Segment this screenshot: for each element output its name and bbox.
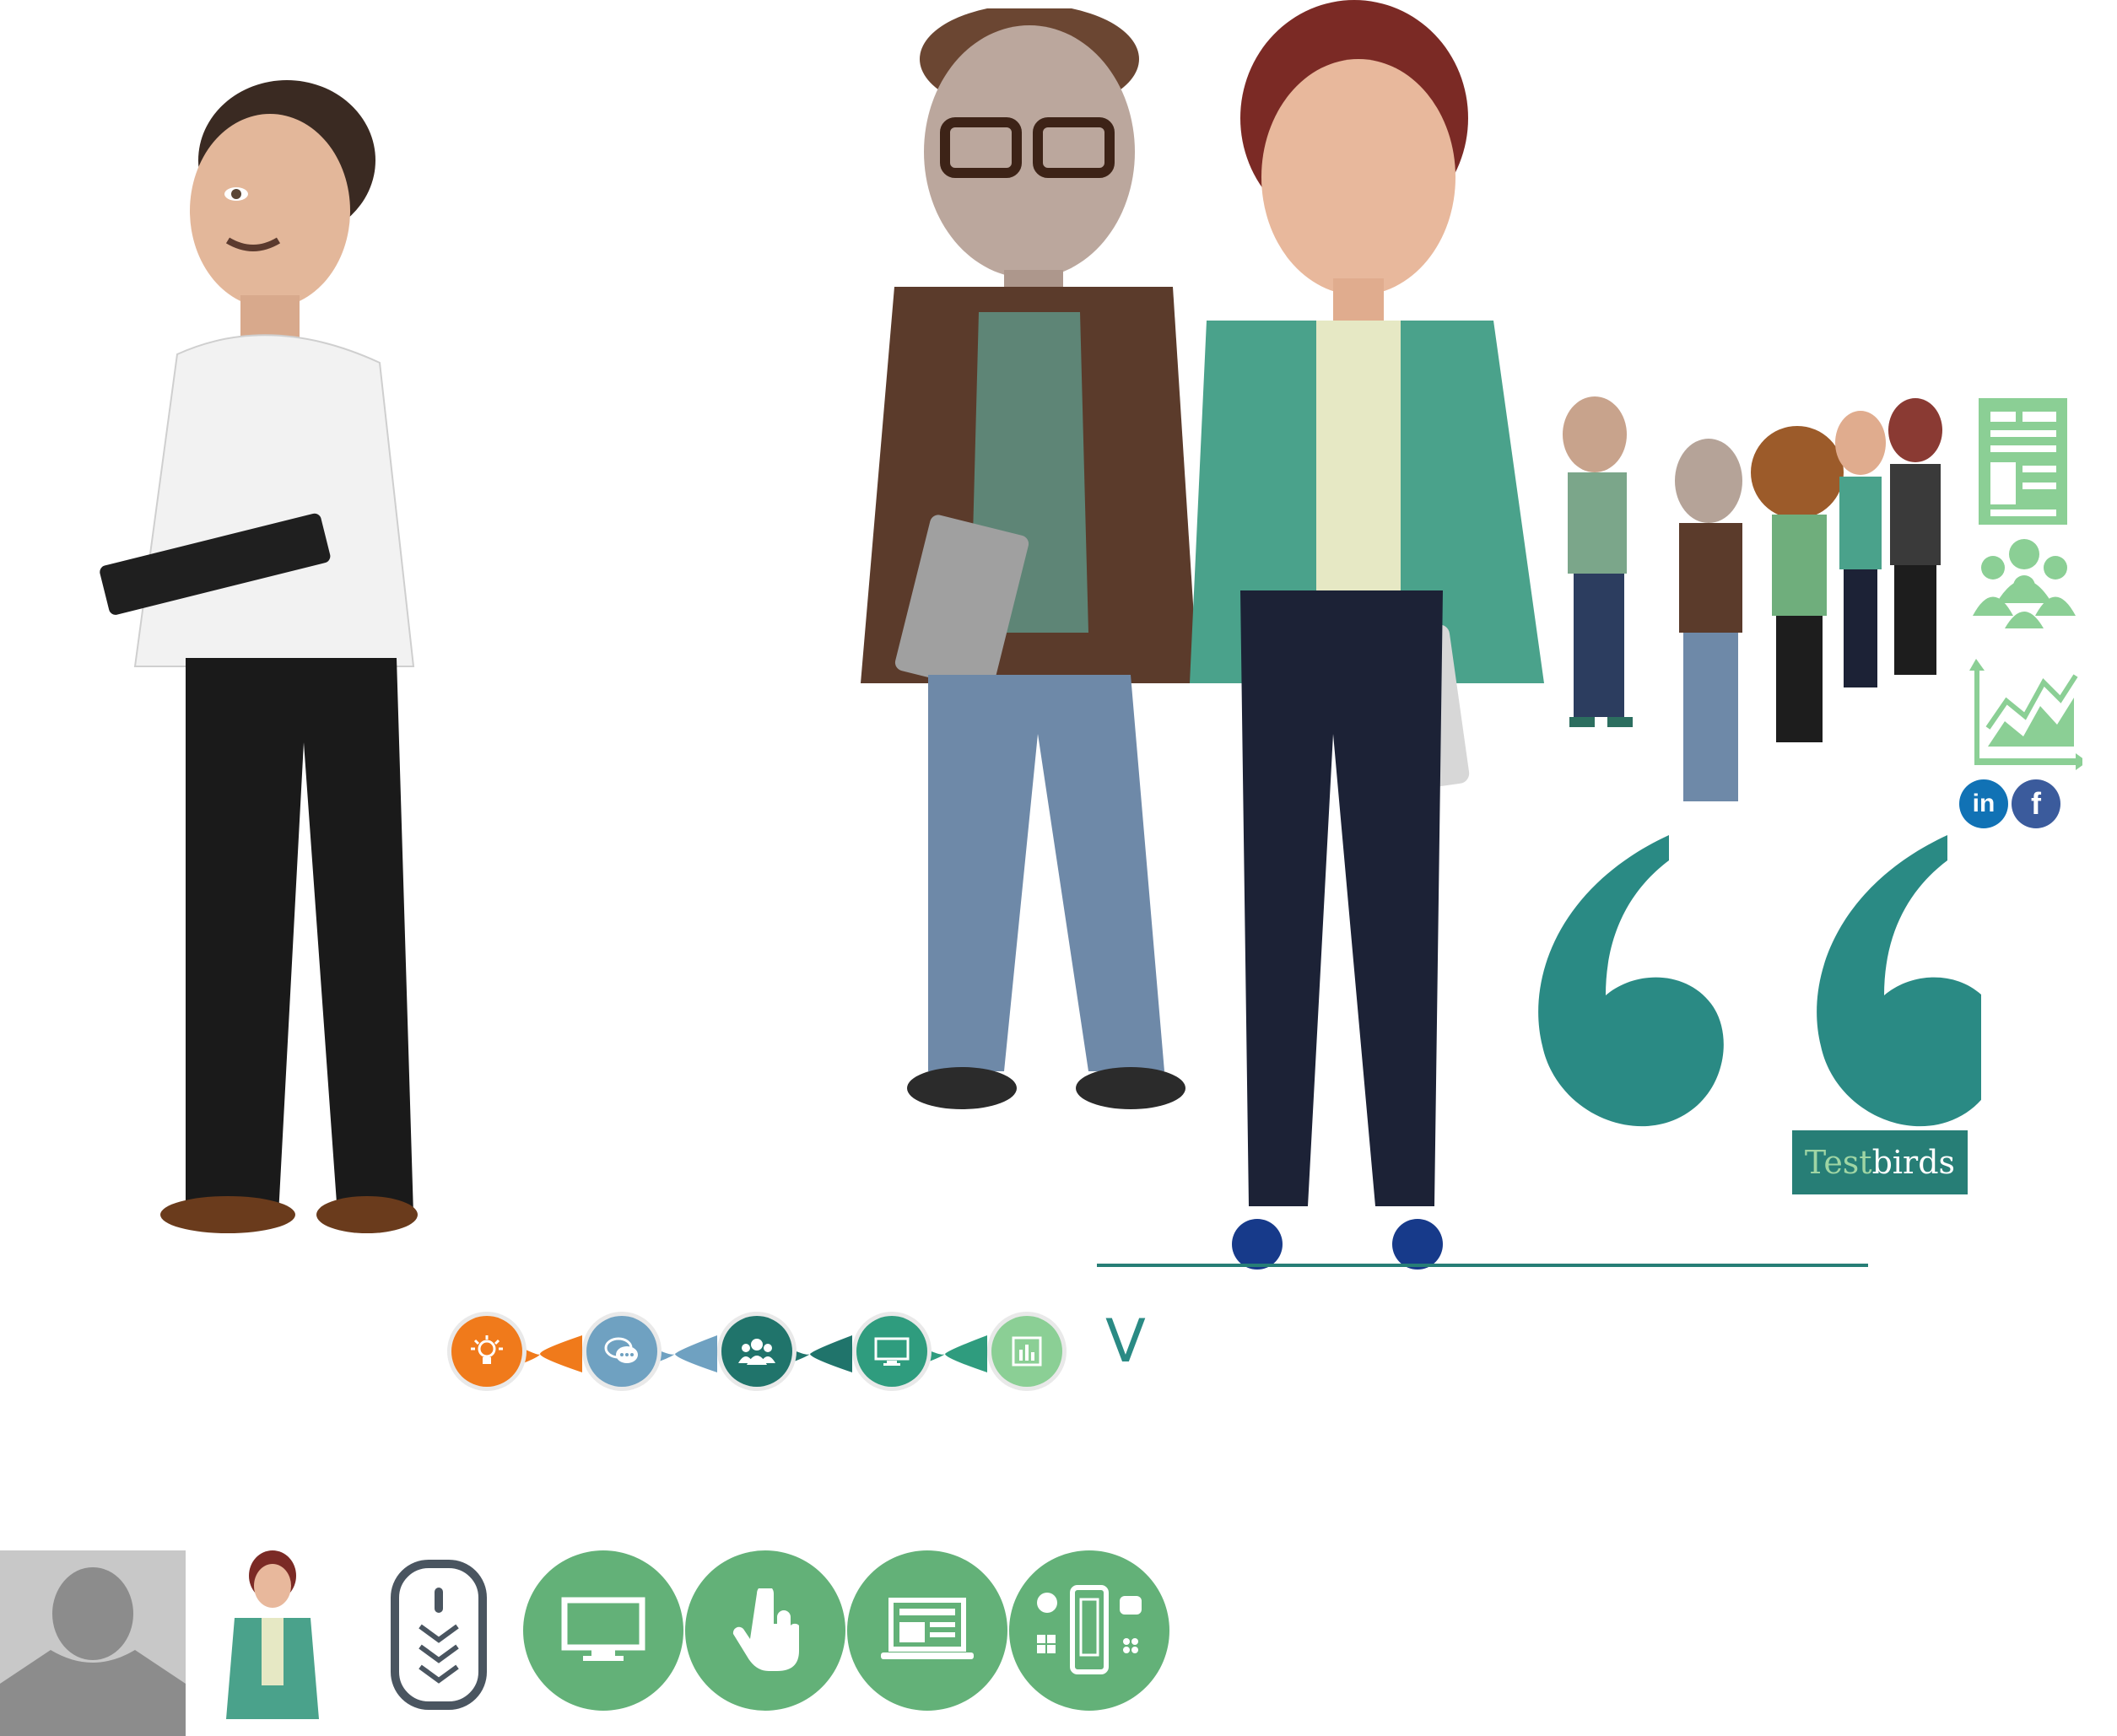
monitor-icon bbox=[874, 1337, 910, 1366]
man-with-glasses-illustration bbox=[852, 8, 1207, 1122]
desktop-button[interactable] bbox=[523, 1550, 683, 1711]
facebook-label: f bbox=[2031, 786, 2041, 821]
logo-text-test: Test bbox=[1804, 1144, 1872, 1181]
avatar-placeholder-icon bbox=[0, 1550, 186, 1736]
chevron-label: V bbox=[1105, 1307, 1146, 1376]
woman-thumbnail-illustration bbox=[226, 1550, 319, 1719]
quote-mark-icon bbox=[1526, 835, 1981, 1139]
progress-steps bbox=[447, 1312, 1076, 1396]
document-icon bbox=[1979, 398, 2067, 525]
scroll-down-icon[interactable] bbox=[388, 1559, 489, 1711]
growth-chart-icon bbox=[1964, 654, 2082, 772]
touch-icon bbox=[732, 1588, 799, 1671]
laptop-button[interactable] bbox=[847, 1550, 1007, 1711]
desktop-icon bbox=[561, 1597, 645, 1661]
logo-text-birds: birds bbox=[1871, 1144, 1956, 1181]
group-icon bbox=[1973, 536, 2076, 628]
step-lightbulb[interactable] bbox=[451, 1316, 522, 1387]
step-monitor[interactable] bbox=[856, 1316, 927, 1387]
step-bar-chart[interactable] bbox=[991, 1316, 1062, 1387]
chevron-down-icon[interactable]: V bbox=[1105, 1312, 1156, 1371]
bar-chart-icon bbox=[1012, 1336, 1042, 1367]
facebook-icon[interactable]: f bbox=[2012, 779, 2060, 828]
step-group[interactable] bbox=[721, 1316, 792, 1387]
lightbulb-icon bbox=[471, 1335, 503, 1364]
divider-line bbox=[1097, 1264, 1868, 1267]
testers-group-illustration bbox=[1544, 396, 1966, 844]
man-with-notebook-illustration bbox=[93, 67, 481, 1248]
linkedin-icon[interactable]: in bbox=[1959, 779, 2008, 828]
laptop-icon bbox=[881, 1598, 974, 1659]
linkedin-label: in bbox=[1972, 790, 1995, 817]
step-chat[interactable] bbox=[586, 1316, 657, 1387]
devices-button[interactable] bbox=[1009, 1550, 1169, 1711]
touch-button[interactable] bbox=[685, 1550, 845, 1711]
woman-in-teal-jacket-illustration bbox=[1190, 0, 1544, 1274]
devices-icon bbox=[1037, 1585, 1142, 1674]
testbirds-logo: Test birds bbox=[1792, 1130, 1968, 1194]
chat-icon bbox=[604, 1337, 638, 1363]
group-icon bbox=[738, 1339, 775, 1365]
